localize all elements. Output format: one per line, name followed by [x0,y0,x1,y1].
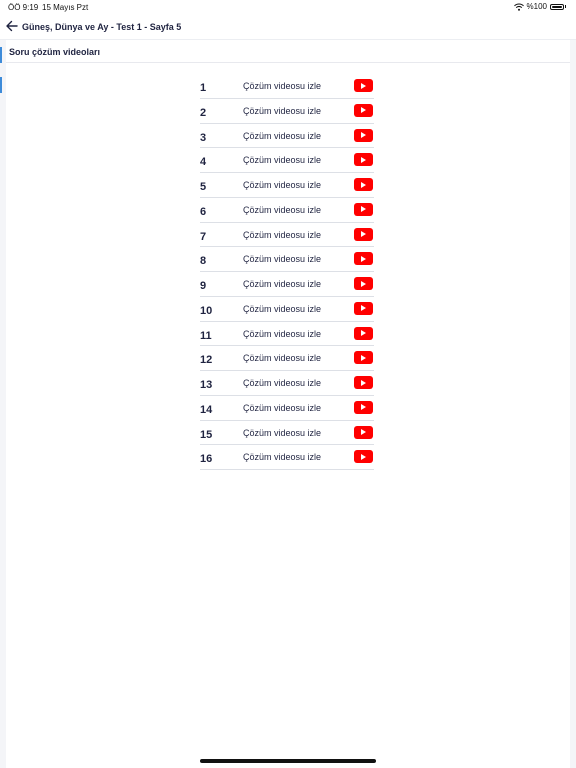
video-row[interactable]: 8 Çözüm videosu izle [200,247,374,272]
youtube-play-icon[interactable] [354,425,373,439]
watch-video-link[interactable]: Çözüm videosu izle [243,428,321,438]
video-row[interactable]: 6 Çözüm videosu izle [200,198,374,223]
watch-video-link[interactable]: Çözüm videosu izle [243,329,321,339]
video-row[interactable]: 9 Çözüm videosu izle [200,272,374,297]
question-number: 8 [200,255,207,268]
battery-icon [550,3,564,10]
watch-video-link[interactable]: Çözüm videosu izle [243,230,321,240]
video-row[interactable]: 13 Çözüm videosu izle [200,371,374,396]
status-time: ÖÖ 9:19 [8,3,39,12]
question-number: 16 [200,453,213,466]
status-bar: ÖÖ 9:19 15 Mayıs Pzt %100 [0,0,576,14]
nav-bar: Güneş, Dünya ve Ay - Test 1 - Sayfa 5 [0,14,576,40]
youtube-play-icon[interactable] [354,103,373,117]
youtube-play-icon[interactable] [354,326,373,340]
video-row[interactable]: 15 Çözüm videosu izle [200,421,374,446]
youtube-play-icon[interactable] [354,301,373,315]
youtube-play-icon[interactable] [354,202,373,216]
video-row[interactable]: 10 Çözüm videosu izle [200,297,374,322]
watch-video-link[interactable]: Çözüm videosu izle [243,353,321,363]
video-list: 1 Çözüm videosu izle 2 Çözüm videosu izle 3 Ç… [200,74,374,470]
youtube-play-icon[interactable] [354,178,373,191]
watch-video-link[interactable]: Çözüm videosu izle [243,378,321,388]
wifi-icon [513,3,524,11]
video-row[interactable]: 1 Çözüm videosu izle [200,74,374,99]
status-date: 15 Mayıs Pzt [42,3,89,12]
video-row[interactable]: 16 Çözüm videosu izle [200,445,374,470]
question-number: 3 [200,131,207,144]
question-number: 6 [200,205,207,218]
question-number: 10 [200,304,213,317]
video-row[interactable]: 5 Çözüm videosu izle [200,173,374,198]
youtube-play-icon[interactable] [354,351,373,365]
question-number: 11 [200,329,212,342]
youtube-play-icon[interactable] [354,252,373,266]
youtube-play-icon[interactable] [354,376,373,389]
watch-video-link[interactable]: Çözüm videosu izle [243,155,321,165]
watch-video-link[interactable]: Çözüm videosu izle [243,205,321,215]
video-row[interactable]: 14 Çözüm videosu izle [200,396,374,421]
battery-nub [565,5,566,8]
video-row[interactable]: 11 Çözüm videosu izle [200,322,374,347]
rail-indicator [0,77,2,93]
video-row[interactable]: 4 Çözüm videosu izle [200,148,374,173]
youtube-play-icon[interactable] [354,153,373,167]
watch-video-link[interactable]: Çözüm videosu izle [243,131,321,141]
youtube-play-icon[interactable] [354,227,373,241]
question-number: 13 [200,379,213,391]
question-number: 1 [200,82,207,94]
watch-video-link[interactable]: Çözüm videosu izle [243,279,321,289]
status-right: %100 [513,2,566,11]
page-title: Güneş, Dünya ve Ay - Test 1 - Sayfa 5 [22,22,182,32]
home-indicator[interactable] [200,759,376,763]
watch-video-link[interactable]: Çözüm videosu izle [243,403,321,413]
video-row[interactable]: 12 Çözüm videosu izle [200,346,374,371]
watch-video-link[interactable]: Çözüm videosu izle [243,254,321,264]
youtube-play-icon[interactable] [354,79,373,92]
youtube-play-icon[interactable] [354,400,373,414]
section-title: Soru çözüm videoları [9,47,101,57]
watch-video-link[interactable]: Çözüm videosu izle [243,106,321,116]
watch-video-link[interactable]: Çözüm videosu izle [243,81,321,91]
left-rail [0,40,6,768]
youtube-play-icon[interactable] [354,450,373,464]
video-row[interactable]: 2 Çözüm videosu izle [200,99,374,124]
question-number: 9 [200,280,207,292]
video-row[interactable]: 3 Çözüm videosu izle [200,124,374,149]
question-number: 4 [200,156,207,169]
question-number: 7 [200,230,207,243]
youtube-play-icon[interactable] [354,277,373,290]
video-row[interactable]: 7 Çözüm videosu izle [200,223,374,248]
watch-video-link[interactable]: Çözüm videosu izle [243,452,321,462]
battery-percent: %100 [526,2,547,11]
rail-indicator [0,47,2,63]
arrow-left-icon[interactable] [6,20,18,32]
question-number: 15 [200,428,213,441]
question-number: 2 [200,106,207,119]
watch-video-link[interactable]: Çözüm videosu izle [243,180,321,190]
question-number: 5 [200,181,207,193]
right-rail [570,40,576,768]
section-header: Soru çözüm videoları [6,41,570,63]
question-number: 12 [200,354,213,367]
youtube-play-icon[interactable] [354,128,373,142]
watch-video-link[interactable]: Çözüm videosu izle [243,304,321,314]
question-number: 14 [200,403,213,416]
